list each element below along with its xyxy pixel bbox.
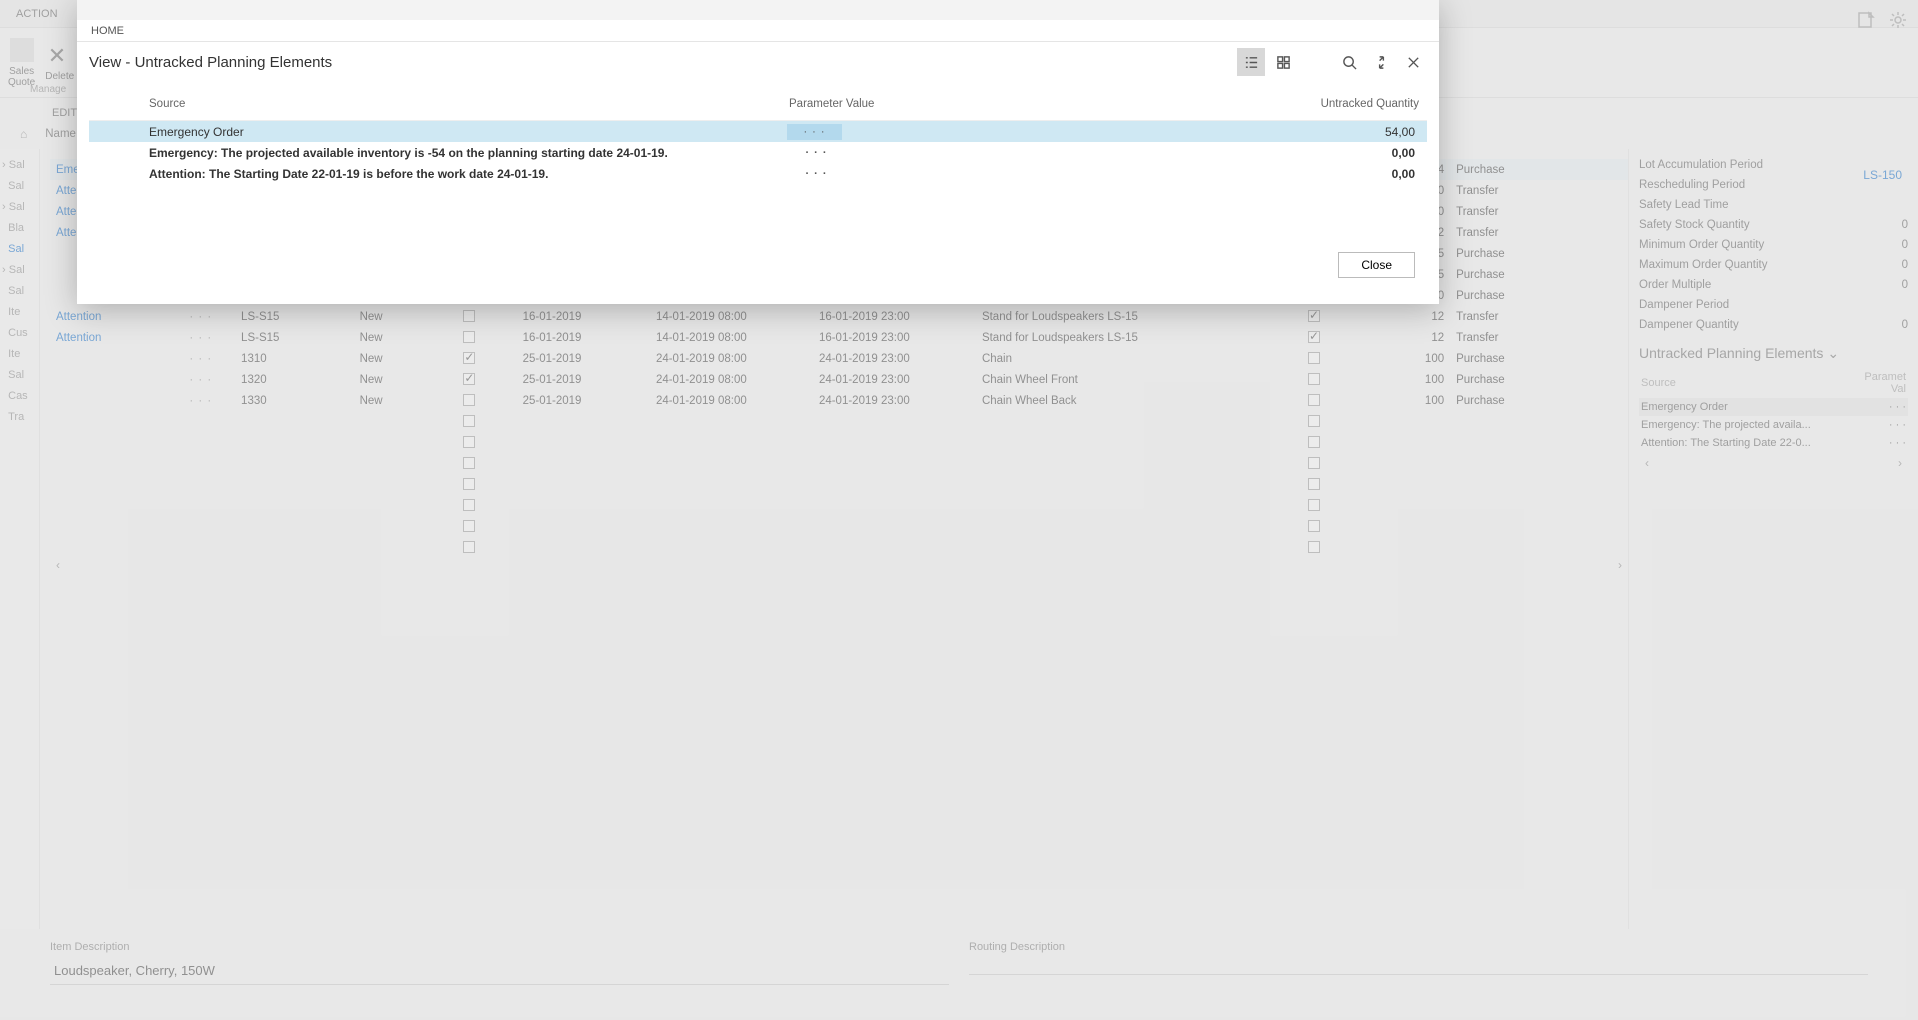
more-icon[interactable]: · · · — [787, 124, 842, 140]
view-tiles-button[interactable] — [1269, 48, 1297, 76]
col-header-param-value[interactable]: Parameter Value — [789, 98, 1129, 110]
modal-row[interactable]: Emergency Order · · · 54,00 — [89, 121, 1427, 142]
modal-row[interactable]: Emergency: The projected available inven… — [89, 142, 1427, 163]
modal-row-qty: 54,00 — [842, 125, 1419, 139]
modal-untracked-planning: HOME View - Untracked Planning Elements … — [77, 0, 1439, 304]
view-list-button[interactable] — [1237, 48, 1265, 76]
more-icon[interactable]: · · · — [789, 147, 844, 159]
close-icon[interactable] — [1399, 48, 1427, 76]
col-header-source[interactable]: Source — [149, 98, 789, 110]
col-header-untracked-qty[interactable]: Untracked Quantity — [1129, 98, 1427, 110]
modal-title: View - Untracked Planning Elements — [89, 54, 1237, 71]
modal-row-source: Emergency: The projected available inven… — [149, 146, 789, 160]
close-button[interactable]: Close — [1338, 252, 1415, 278]
modal-row-qty: 0,00 — [844, 146, 1419, 160]
modal-tab-home[interactable]: HOME — [77, 20, 1439, 42]
modal-row[interactable]: Attention: The Starting Date 22-01-19 is… — [89, 163, 1427, 184]
modal-row-source: Emergency Order — [149, 125, 789, 139]
modal-row-source: Attention: The Starting Date 22-01-19 is… — [149, 167, 789, 181]
search-button[interactable] — [1335, 48, 1363, 76]
modal-row-qty: 0,00 — [844, 167, 1419, 181]
more-icon[interactable]: · · · — [789, 168, 844, 180]
collapse-button[interactable] — [1367, 48, 1395, 76]
